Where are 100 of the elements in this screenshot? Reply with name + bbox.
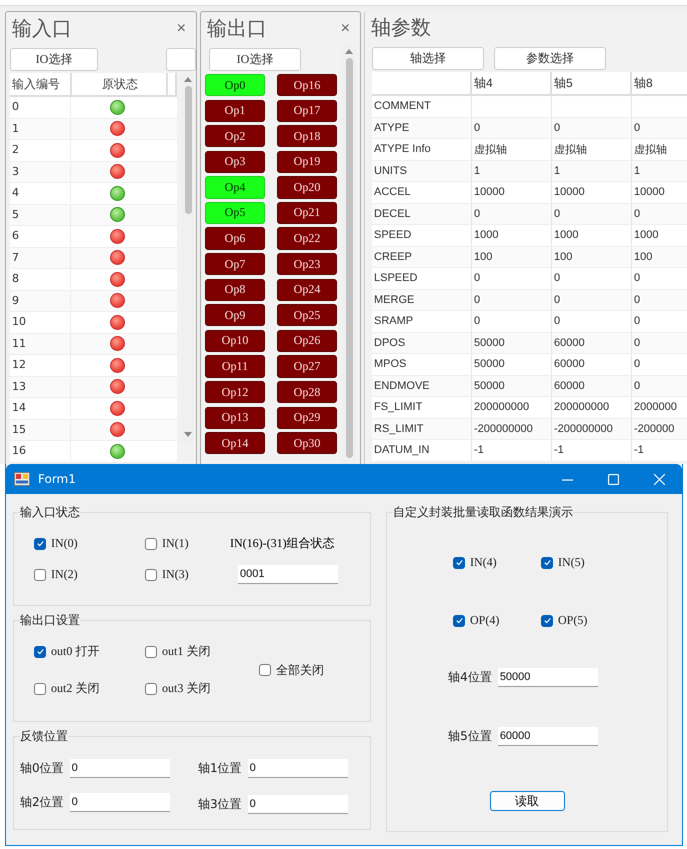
output-button[interactable]: Op14 [205, 432, 265, 454]
read-button[interactable]: 读取 [490, 791, 564, 811]
checkbox[interactable] [541, 556, 553, 568]
output-button[interactable]: Op5 [205, 202, 265, 224]
row-header: UNITS [372, 160, 472, 181]
table-cell: -1 [554, 444, 564, 456]
input-field[interactable]: 0 [70, 792, 170, 812]
input-field[interactable]: 60000 [498, 727, 598, 746]
io-select-button[interactable]: IO选择 [10, 48, 98, 70]
table-cell: 0 [634, 336, 640, 349]
row-header: ENDMOVE [372, 376, 472, 396]
table-cell: 7 [10, 248, 71, 268]
checkbox-label: OP(5) [558, 613, 588, 628]
row-header: ATYPE [372, 118, 472, 138]
output-button[interactable]: Op30 [277, 432, 337, 454]
input-field[interactable]: 0 [70, 759, 170, 778]
table-cell: 0 [474, 272, 480, 284]
output-button[interactable]: Op12 [205, 380, 265, 404]
output-button[interactable]: Op19 [277, 150, 337, 173]
field-label: 轴0位置 [20, 760, 64, 777]
output-button[interactable]: Op10 [205, 330, 265, 352]
input-field[interactable]: 50000 [498, 668, 598, 687]
table-cell: -200000000 [554, 422, 613, 435]
output-button[interactable]: Op22 [277, 227, 337, 250]
output-button[interactable]: Op17 [277, 100, 337, 122]
output-button[interactable]: Op23 [277, 253, 337, 276]
output-button[interactable]: Op16 [277, 74, 337, 96]
row-header: FS_LIMIT [372, 397, 472, 418]
output-button[interactable]: Op29 [277, 406, 337, 429]
table-cell-text: 虚拟轴 [634, 142, 667, 157]
table-cell: -200000 [634, 422, 674, 435]
checkbox[interactable] [34, 538, 46, 550]
field-label: IN(16)-(31)组合状态 [230, 535, 336, 552]
checkbox[interactable] [34, 646, 46, 658]
output-button[interactable]: Op28 [277, 380, 337, 404]
group-title: 反馈位置 [20, 728, 68, 745]
column-header: 输入编号 [10, 73, 72, 95]
column-header: 轴8 [632, 72, 687, 94]
checkbox[interactable] [145, 646, 157, 658]
app-icon [14, 471, 30, 487]
output-button[interactable]: Op6 [205, 227, 265, 250]
table-cell: 50000 [474, 380, 505, 392]
checkbox[interactable] [453, 614, 465, 626]
input-field[interactable]: 0 [248, 759, 348, 778]
checkbox-label: IN(2) [51, 567, 78, 582]
checkbox[interactable] [145, 568, 157, 580]
output-button[interactable]: Op26 [277, 330, 337, 352]
input-field[interactable]: 0001 [238, 565, 338, 584]
output-button[interactable]: Op13 [205, 406, 265, 429]
io-select-button[interactable]: IO选择 [209, 48, 301, 70]
output-button[interactable]: Op9 [205, 304, 265, 326]
table-cell: 1000 [554, 229, 578, 242]
close-button[interactable]: × [336, 20, 354, 38]
table-cell: 0 [634, 315, 640, 328]
check-icon [454, 558, 464, 567]
table-cell: 100 [634, 250, 652, 263]
close-button[interactable]: × [172, 20, 190, 38]
panel-title: 轴参数 [371, 14, 431, 41]
table-cell: 10000 [474, 186, 505, 198]
checkbox[interactable] [145, 538, 157, 550]
checkbox[interactable] [34, 568, 46, 580]
checkbox-label: out1 关闭 [162, 643, 210, 660]
table-cell: 0 [634, 208, 640, 220]
row-header: LSPEED [372, 268, 472, 288]
checkbox[interactable] [259, 664, 271, 676]
output-button[interactable]: Op2 [205, 125, 265, 148]
input-field[interactable]: 0 [248, 795, 348, 814]
output-button[interactable]: Op4 [205, 176, 265, 198]
output-button[interactable]: Op1 [205, 100, 265, 122]
table-cell: 2 [10, 140, 71, 160]
output-button[interactable]: Op8 [205, 278, 265, 301]
output-button[interactable]: Op24 [277, 278, 337, 301]
output-button[interactable]: Op3 [205, 150, 265, 173]
row-header: DECEL [372, 204, 472, 224]
select-button[interactable]: 参数选择 [494, 46, 606, 70]
output-button[interactable]: Op20 [277, 176, 337, 198]
table-cell: 0 [10, 97, 71, 118]
output-button[interactable]: Op7 [205, 253, 265, 276]
table-cell: 8 [10, 269, 71, 290]
checkbox[interactable] [34, 682, 46, 694]
column-header: 原状态 [72, 73, 168, 95]
output-button[interactable]: Op0 [205, 74, 265, 96]
output-button[interactable]: Op21 [277, 202, 337, 224]
table-cell: 9 [10, 290, 71, 311]
output-button[interactable]: Op11 [205, 355, 265, 378]
check-icon [36, 539, 44, 548]
table-cell: 1000 [474, 229, 498, 242]
field-label: 轴2位置 [20, 794, 64, 810]
checkbox[interactable] [453, 556, 465, 568]
output-button[interactable]: Op18 [277, 125, 337, 148]
table-cell: 200000000 [474, 401, 530, 414]
checkbox[interactable] [145, 682, 157, 694]
select-button[interactable]: 轴选择 [372, 46, 484, 70]
checkbox[interactable] [541, 614, 553, 626]
table-cell: 10 [10, 312, 71, 332]
output-button[interactable]: Op27 [277, 355, 337, 378]
field-label: 轴1位置 [198, 760, 242, 777]
table-cell: 1000 [634, 229, 658, 242]
output-button[interactable]: Op25 [277, 304, 337, 326]
row-header: CREEP [372, 246, 472, 267]
